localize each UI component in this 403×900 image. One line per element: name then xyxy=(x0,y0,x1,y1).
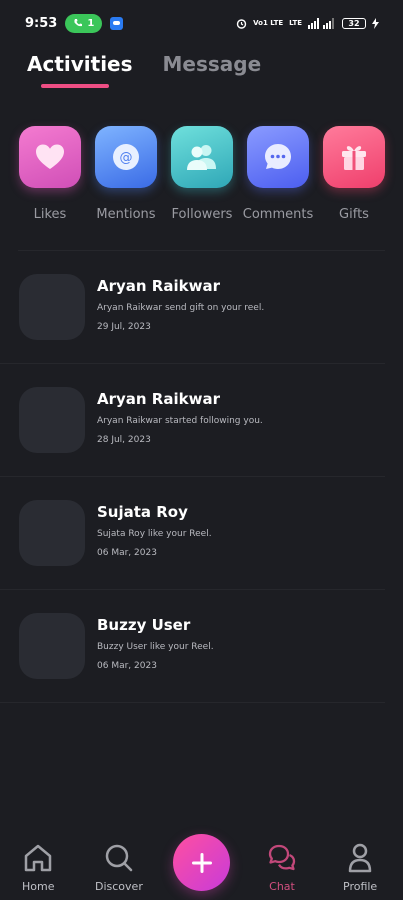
bottom-navigation: Home Discover Chat Profile xyxy=(0,830,403,900)
activity-description: Buzzy User like your Reel. xyxy=(97,641,214,652)
activity-user-name: Aryan Raikwar xyxy=(97,276,220,295)
activity-description: Sujata Roy like your Reel. xyxy=(97,528,212,539)
activity-description: Aryan Raikwar send gift on your reel. xyxy=(97,302,265,313)
category-label: Mentions xyxy=(96,207,156,222)
avatar[interactable] xyxy=(19,387,85,453)
activity-item[interactable]: Buzzy User Buzzy User like your Reel. 06… xyxy=(0,590,385,703)
activity-date: 29 Jul, 2023 xyxy=(97,321,151,332)
mentions-tile[interactable]: @ xyxy=(95,126,157,188)
comments-tile[interactable] xyxy=(247,126,309,188)
profile-icon xyxy=(344,842,376,874)
charging-icon xyxy=(372,17,379,29)
status-bar: 9:53 1 Vo1 LTE LTE 32 xyxy=(0,0,403,46)
tab-activities[interactable]: Activities xyxy=(27,52,133,92)
activity-date: 06 Mar, 2023 xyxy=(97,660,157,671)
nav-label: Home xyxy=(22,880,55,893)
chat-icon xyxy=(266,842,298,874)
activity-user-name: Aryan Raikwar xyxy=(97,389,220,408)
at-icon: @ xyxy=(113,144,139,170)
plus-icon xyxy=(191,852,212,873)
nav-profile[interactable]: Profile xyxy=(343,842,377,893)
nav-label: Chat xyxy=(269,880,295,893)
likes-tile[interactable] xyxy=(19,126,81,188)
nav-chat[interactable]: Chat xyxy=(266,842,298,893)
activity-user-name: Buzzy User xyxy=(97,615,191,634)
gifts-tile[interactable] xyxy=(323,126,385,188)
nav-home[interactable]: Home xyxy=(22,842,54,893)
activity-item[interactable]: Aryan Raikwar Aryan Raikwar started foll… xyxy=(0,364,385,477)
activity-item[interactable]: Sujata Roy Sujata Roy like your Reel. 06… xyxy=(0,477,385,590)
activity-user-name: Sujata Roy xyxy=(97,502,188,521)
activity-list: Aryan Raikwar Aryan Raikwar send gift on… xyxy=(0,251,403,703)
notification-app-icon xyxy=(110,16,124,30)
top-tabs: Activities Message xyxy=(27,52,261,92)
category-label: Followers xyxy=(171,207,233,222)
network-label-1: Vo1 LTE xyxy=(253,18,284,27)
alarm-icon xyxy=(236,18,247,29)
nav-discover[interactable]: Discover xyxy=(95,842,143,893)
gift-icon xyxy=(342,146,366,170)
ongoing-call-pill[interactable]: 1 xyxy=(65,13,103,33)
search-icon xyxy=(103,842,135,874)
call-count: 1 xyxy=(87,17,95,29)
signal-icon xyxy=(308,17,336,29)
heart-icon xyxy=(36,144,64,169)
category-label: Gifts xyxy=(339,207,369,222)
category-label: Likes xyxy=(33,207,67,222)
users-icon xyxy=(187,145,216,170)
tab-activities-label: Activities xyxy=(27,52,133,76)
nav-label: Profile xyxy=(343,880,378,893)
status-time: 9:53 xyxy=(25,15,58,31)
svg-text:@: @ xyxy=(120,151,133,166)
followers-tile[interactable] xyxy=(171,126,233,188)
battery-indicator: 32 xyxy=(342,17,366,29)
active-tab-indicator xyxy=(41,84,109,88)
activity-date: 06 Mar, 2023 xyxy=(97,547,157,558)
phone-icon xyxy=(74,19,83,27)
category-followers[interactable]: Followers xyxy=(164,126,240,222)
nav-label: Discover xyxy=(95,880,143,893)
create-post-button[interactable] xyxy=(173,834,230,891)
activity-description: Aryan Raikwar started following you. xyxy=(97,415,263,426)
avatar[interactable] xyxy=(19,500,85,566)
category-label: Comments xyxy=(242,207,314,222)
activity-date: 28 Jul, 2023 xyxy=(97,434,151,445)
tab-message[interactable]: Message xyxy=(163,52,262,92)
network-label-2: LTE xyxy=(289,18,302,27)
activity-item[interactable]: Aryan Raikwar Aryan Raikwar send gift on… xyxy=(0,251,385,364)
avatar[interactable] xyxy=(19,613,85,679)
home-icon xyxy=(22,842,54,874)
category-gifts[interactable]: Gifts xyxy=(316,126,392,222)
activity-categories: Likes @ Mentions Followers Comments Gift… xyxy=(12,126,392,222)
avatar[interactable] xyxy=(19,274,85,340)
category-mentions[interactable]: @ Mentions xyxy=(88,126,164,222)
chat-bubble-icon xyxy=(265,144,291,169)
tab-message-label: Message xyxy=(162,52,262,76)
category-comments[interactable]: Comments xyxy=(240,126,316,222)
category-likes[interactable]: Likes xyxy=(12,126,88,222)
